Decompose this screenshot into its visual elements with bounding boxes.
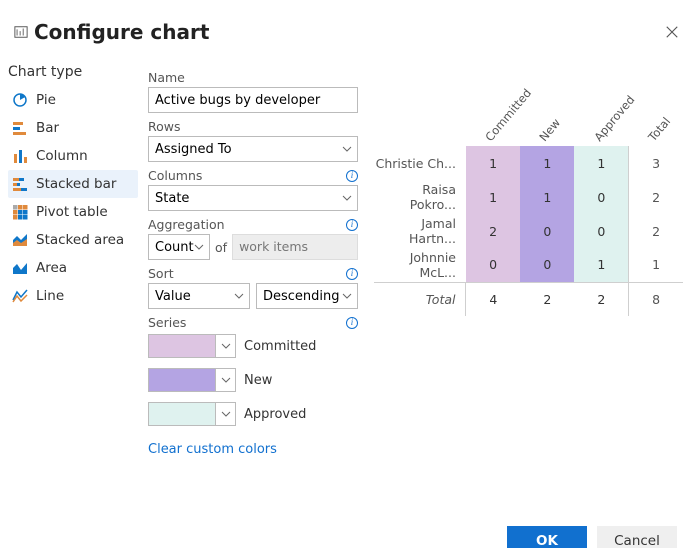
series-row: New (148, 368, 358, 392)
chart-type-stacked-area[interactable]: Stacked area (8, 226, 138, 254)
data-cell: 1 (466, 146, 520, 180)
aggregation-of-text: of (215, 240, 227, 255)
pivot-table-icon (12, 204, 28, 220)
table-row: Jamal Hartn...2002 (374, 214, 683, 248)
dialog-title: Configure chart (34, 20, 209, 44)
total-cell: 4 (466, 282, 520, 316)
data-cell: 1 (629, 248, 683, 282)
data-cell: 2 (629, 180, 683, 214)
aggregation-label: Aggregation (148, 217, 225, 232)
data-cell: 2 (629, 214, 683, 248)
data-cell: 1 (520, 146, 574, 180)
series-name-label: Committed (244, 339, 316, 354)
row-label: Johnnie McL... (374, 248, 466, 282)
series-name-label: New (244, 373, 272, 388)
series-row: Committed (148, 334, 358, 358)
chevron-down-icon (215, 369, 235, 391)
columns-select[interactable] (148, 185, 358, 211)
data-cell: 1 (466, 180, 520, 214)
line-icon (12, 288, 28, 304)
chart-type-pie[interactable]: Pie (8, 86, 138, 114)
close-icon[interactable] (665, 24, 679, 43)
sort-field-select[interactable] (148, 283, 250, 309)
data-cell: 0 (520, 248, 574, 282)
series-row: Approved (148, 402, 358, 426)
aggregation-select[interactable] (148, 234, 210, 260)
chevron-down-icon (215, 403, 235, 425)
area-icon (12, 260, 28, 276)
rows-label: Rows (148, 119, 358, 134)
columns-label: Columns (148, 168, 202, 183)
bar-icon (12, 120, 28, 136)
data-cell: 3 (629, 146, 683, 180)
data-cell: 0 (520, 214, 574, 248)
series-color-picker[interactable] (148, 402, 236, 426)
chart-type-stacked-bar[interactable]: Stacked bar (8, 170, 138, 198)
data-cell: 0 (574, 214, 628, 248)
chevron-down-icon (215, 335, 235, 357)
info-icon[interactable]: i (346, 219, 358, 231)
data-cell: 1 (520, 180, 574, 214)
cancel-button[interactable]: Cancel (597, 526, 677, 548)
table-row: Johnnie McL...0011 (374, 248, 683, 282)
table-row: Raisa Pokro...1102 (374, 180, 683, 214)
column-icon (12, 148, 28, 164)
aggregation-unit: work items (232, 234, 358, 260)
chart-type-sidebar: Chart type Pie Bar Column Stacked b (8, 64, 138, 457)
row-label: Jamal Hartn... (374, 214, 466, 248)
row-label: Christie Ch... (374, 146, 466, 180)
data-cell: 0 (574, 180, 628, 214)
clear-custom-colors-link[interactable]: Clear custom colors (148, 442, 277, 457)
series-color-picker[interactable] (148, 334, 236, 358)
series-label: Series (148, 315, 186, 330)
info-icon[interactable]: i (346, 268, 358, 280)
row-label: Raisa Pokro... (374, 180, 466, 214)
column-header: New (537, 116, 564, 144)
chart-type-bar[interactable]: Bar (8, 114, 138, 142)
column-header: Total (645, 114, 673, 144)
rows-select[interactable] (148, 136, 358, 162)
series-color-picker[interactable] (148, 368, 236, 392)
chart-type-line[interactable]: Line (8, 282, 138, 310)
data-cell: 2 (466, 214, 520, 248)
sort-label: Sort (148, 266, 174, 281)
pie-icon (12, 92, 28, 108)
table-row: Christie Ch...1113 (374, 146, 683, 180)
data-cell: 1 (574, 146, 628, 180)
series-name-label: Approved (244, 407, 306, 422)
sort-direction-select[interactable] (256, 283, 358, 309)
chart-config-form: Name Rows Columns i Aggregation i of work … (148, 64, 358, 457)
chart-type-pivot-table[interactable]: Pivot table (8, 198, 138, 226)
name-label: Name (148, 70, 358, 85)
stacked-bar-icon (12, 176, 28, 192)
total-label: Total (374, 282, 466, 316)
chart-dialog-icon (14, 25, 28, 39)
ok-button[interactable]: OK (507, 526, 587, 548)
stacked-area-icon (12, 232, 28, 248)
data-cell: 1 (574, 248, 628, 282)
data-cell: 0 (466, 248, 520, 282)
info-icon[interactable]: i (346, 170, 358, 182)
chart-type-area[interactable]: Area (8, 254, 138, 282)
chart-preview: CommittedNewApprovedTotalChristie Ch...1… (368, 64, 683, 457)
info-icon[interactable]: i (346, 317, 358, 329)
name-input[interactable] (148, 87, 358, 113)
totals-row: Total4228 (374, 282, 683, 316)
total-cell: 8 (629, 282, 683, 316)
chart-type-column[interactable]: Column (8, 142, 138, 170)
chart-type-heading: Chart type (8, 64, 138, 80)
total-cell: 2 (574, 282, 628, 316)
total-cell: 2 (520, 282, 574, 316)
